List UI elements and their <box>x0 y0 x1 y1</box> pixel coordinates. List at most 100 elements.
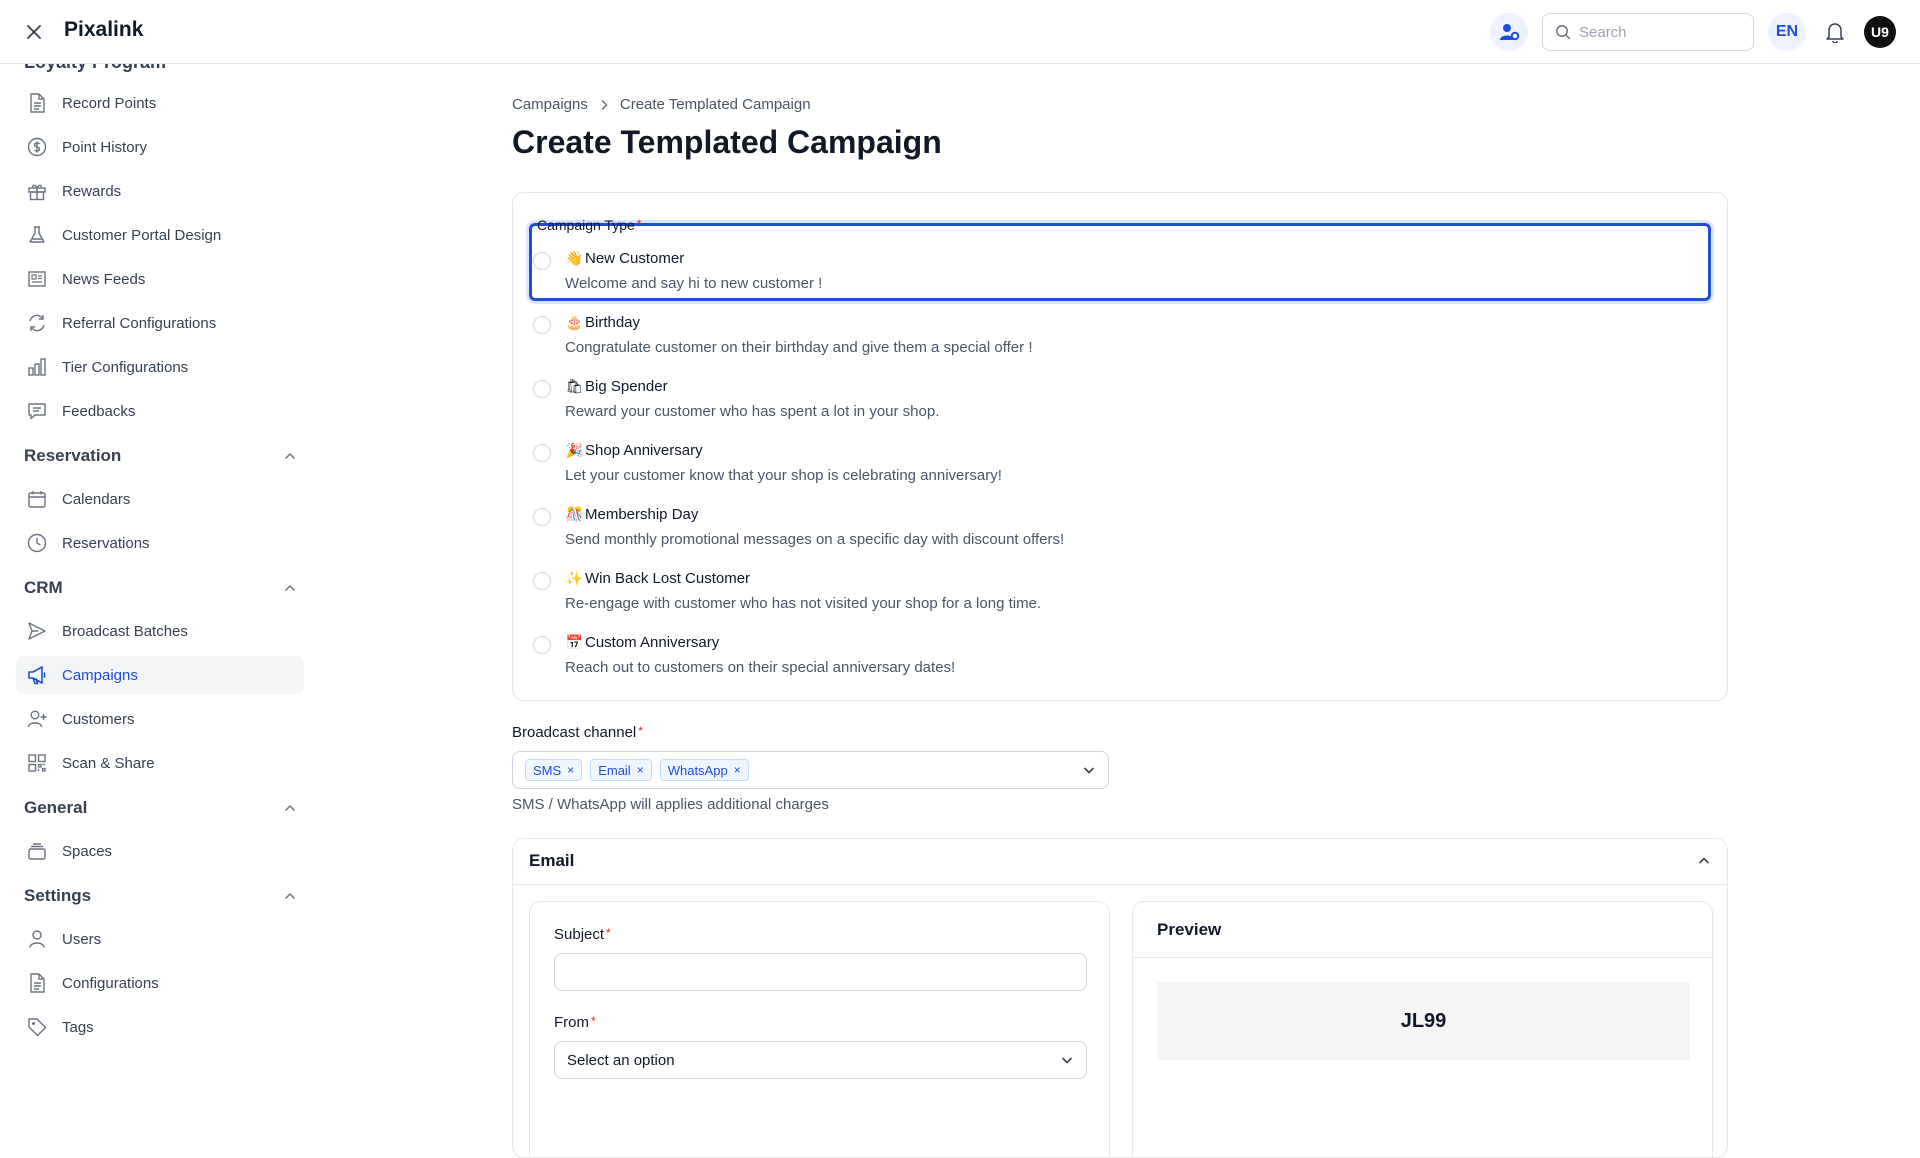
send-icon <box>28 622 46 640</box>
option-description: Welcome and say hi to new customer ! <box>565 275 823 292</box>
from-select[interactable]: Select an option <box>554 1041 1087 1079</box>
sidebar-item-news-feeds[interactable]: News Feeds <box>16 260 304 298</box>
sidebar-item-campaigns[interactable]: Campaigns <box>16 656 304 694</box>
campaign-option-big-spender[interactable]: 🛍 Big Spender Reward your customer who ha… <box>533 377 1703 433</box>
campaign-option-win-back[interactable]: ✨ Win Back Lost Customer Re-engage with c… <box>533 569 1703 625</box>
calendar-icon <box>28 491 46 508</box>
broadcast-channel-select[interactable]: SMS × Email × WhatsApp × <box>512 751 1109 789</box>
chip-remove-whatsapp[interactable]: × <box>734 763 741 777</box>
from-label-text: From <box>554 1014 589 1031</box>
email-section-title: Email <box>529 851 575 870</box>
sidebar-item-label: Reservations <box>62 534 150 552</box>
sidebar-item-calendars[interactable]: Calendars <box>16 480 304 518</box>
stack-icon <box>28 843 46 860</box>
sidebar-group-crm[interactable]: CRM <box>24 573 296 603</box>
search-input[interactable] <box>1579 23 1729 41</box>
sidebar-item-configurations[interactable]: Configurations <box>16 964 304 1002</box>
option-title: Win Back Lost Customer <box>585 570 751 587</box>
user-settings-button[interactable] <box>1490 13 1528 51</box>
language-switcher[interactable]: EN <box>1768 13 1806 51</box>
option-description: Re-engage with customer who has not visi… <box>565 595 1042 612</box>
option-description: Reach out to customers on their special … <box>565 659 956 676</box>
sidebar-item-customers[interactable]: Customers <box>16 700 304 738</box>
radio-custom-anniversary[interactable] <box>533 636 551 654</box>
sidebar-item-label: Users <box>62 930 102 948</box>
header-actions: EN U9 <box>1490 12 1896 52</box>
option-title: Custom Anniversary <box>585 634 720 651</box>
sidebar-item-point-history[interactable]: Point History <box>16 128 304 166</box>
megaphone-icon <box>28 666 46 685</box>
option-title: Shop Anniversary <box>585 442 703 459</box>
chip-remove-sms[interactable]: × <box>567 763 574 777</box>
sidebar-item-label: Record Points <box>62 94 157 112</box>
sidebar-item-referral-configurations[interactable]: Referral Configurations <box>16 304 304 342</box>
cake-icon: 🎂 <box>565 314 584 330</box>
sidebar-group-label: Reservation <box>24 446 122 465</box>
chip-remove-email[interactable]: × <box>637 763 644 777</box>
option-description: Send monthly promotional messages on a s… <box>565 531 1065 548</box>
sidebar-item-spaces[interactable]: Spaces <box>16 832 304 870</box>
sidebar-item-label: Campaigns <box>62 666 138 684</box>
sidebar-item-scan-share[interactable]: Scan & Share <box>16 744 304 782</box>
campaign-option-shop-anniversary[interactable]: 🎉 Shop Anniversary Let your customer know… <box>533 441 1703 497</box>
sidebar-group-loyalty[interactable]: Loyalty Program <box>24 64 166 73</box>
search-box[interactable] <box>1542 13 1754 51</box>
chevron-up-icon <box>284 452 296 460</box>
sidebar-item-label: Broadcast Batches <box>62 622 188 640</box>
sidebar-item-feedbacks[interactable]: Feedbacks <box>16 392 304 430</box>
refresh-icon <box>29 314 45 332</box>
sidebar-item-reservations[interactable]: Reservations <box>16 524 304 562</box>
close-button[interactable] <box>22 20 46 44</box>
chip-label: WhatsApp <box>667 762 728 778</box>
sidebar-item-broadcast-batches[interactable]: Broadcast Batches <box>16 612 304 650</box>
radio-membership-day[interactable] <box>533 508 551 526</box>
sidebar-item-users[interactable]: Users <box>16 920 304 958</box>
flask-icon <box>29 226 45 243</box>
radio-shop-anniversary[interactable] <box>533 444 551 462</box>
top-bar: Pixalink EN U9 <box>0 0 1920 64</box>
avatar[interactable]: U9 <box>1864 16 1896 48</box>
sidebar-group-general[interactable]: General <box>24 793 296 823</box>
preview-header: Preview <box>1133 902 1712 958</box>
chevron-right-icon <box>601 99 608 110</box>
chevron-up-icon <box>284 584 296 592</box>
subject-input[interactable] <box>554 953 1087 991</box>
sidebar-item-label: Configurations <box>62 974 159 992</box>
sidebar-item-label: Customers <box>62 710 135 728</box>
sidebar-item-tier-configurations[interactable]: Tier Configurations <box>16 348 304 386</box>
campaign-type-card: Campaign Type * 👋 New Customer Welcome and… <box>512 192 1728 701</box>
sidebar-item-customer-portal-design[interactable]: Customer Portal Design <box>16 216 304 254</box>
campaign-option-birthday[interactable]: 🎂 Birthday Congratulate customer on their… <box>533 313 1703 369</box>
brand-logo: Pixalink <box>64 18 144 41</box>
sidebar-group-settings[interactable]: Settings <box>24 881 296 911</box>
broadcast-channel-hint: SMS / WhatsApp will applies additional c… <box>512 796 829 813</box>
sidebar-item-label: Tags <box>62 1018 94 1036</box>
sidebar-item-label: Customer Portal Design <box>62 226 222 244</box>
email-section-header[interactable]: Email <box>513 839 1727 885</box>
sidebar-group-reservation[interactable]: Reservation <box>24 441 296 471</box>
breadcrumb-campaigns-link[interactable]: Campaigns <box>512 96 588 113</box>
radio-birthday[interactable] <box>533 316 551 334</box>
radio-new-customer[interactable] <box>533 252 551 270</box>
chip-label: Email <box>598 762 631 778</box>
campaign-option-new-customer[interactable]: 👋 New Customer Welcome and say hi to new … <box>533 249 1703 305</box>
calendar-emoji-icon: 📅 <box>565 634 584 650</box>
campaign-option-membership-day[interactable]: 🎊 Membership Day Send monthly promotional… <box>533 505 1703 561</box>
sidebar-item-record-points[interactable]: Record Points <box>16 84 304 122</box>
radio-big-spender[interactable] <box>533 380 551 398</box>
breadcrumb-current: Create Templated Campaign <box>619 96 811 113</box>
sidebar: Loyalty Program Record Points Point Hist… <box>0 64 320 1080</box>
sidebar-item-rewards[interactable]: Rewards <box>16 172 304 210</box>
email-form-card: Subject * From * Select an option <box>529 901 1110 1157</box>
preview-title: Preview <box>1157 920 1222 939</box>
subject-label: Subject * <box>554 926 611 943</box>
chip-whatsapp: WhatsApp × <box>659 759 749 781</box>
gift-icon <box>28 184 46 201</box>
broadcast-channel-label: Broadcast channel * <box>512 724 643 741</box>
chip-sms: SMS × <box>525 759 583 781</box>
notifications-button[interactable] <box>1820 17 1850 47</box>
chevron-up-icon[interactable] <box>1697 853 1711 869</box>
radio-win-back[interactable] <box>533 572 551 590</box>
campaign-option-custom-anniversary[interactable]: 📅 Custom Anniversary Reach out to custome… <box>533 633 1703 689</box>
sidebar-item-tags[interactable]: Tags <box>16 1008 304 1046</box>
